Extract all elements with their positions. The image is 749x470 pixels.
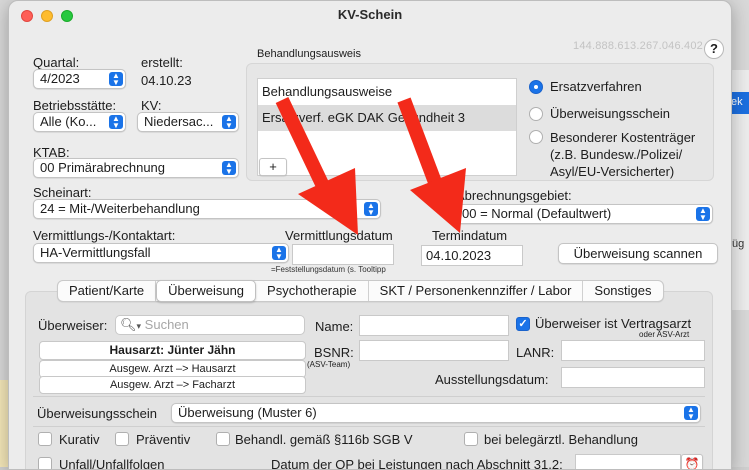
scheinart-popup[interactable]: 24 = Mit-/Weiterbehandlung ▲ ▼ bbox=[33, 199, 381, 219]
ip-address-label: 144.888.613.267.046.402 bbox=[573, 40, 703, 52]
abrechnungsgebiet-popup[interactable]: 00 = Normal (Defaultwert) ▲ ▼ bbox=[455, 204, 713, 224]
vermittlung-label: Vermittlungs-/Kontaktart: bbox=[33, 228, 176, 243]
abrechnungsgebiet-label: Abrechnungsgebiet: bbox=[456, 188, 572, 203]
chevron-updown-icon: ▲ ▼ bbox=[696, 207, 710, 222]
background-item-text: ek bbox=[731, 96, 743, 108]
unfall-checkbox[interactable] bbox=[38, 457, 52, 469]
betriebsstaette-popup[interactable]: Alle (Ko... ▲ ▼ bbox=[33, 112, 126, 132]
kurativ-checkbox[interactable] bbox=[38, 432, 52, 446]
kv-label: KV: bbox=[141, 98, 162, 113]
radio-besonderer-kostentraeger[interactable] bbox=[529, 130, 543, 144]
chevron-updown-icon: ▲ ▼ bbox=[109, 115, 123, 130]
tab-psychotherapie[interactable]: Psychotherapie bbox=[256, 281, 369, 301]
bsnr-sublabel: (ASV-Team) bbox=[307, 360, 351, 369]
kv-popup[interactable]: Niedersac... ▲ ▼ bbox=[137, 112, 239, 132]
close-window-button[interactable] bbox=[21, 10, 33, 22]
tab-bar: Patient/Karte Überweisung Psychotherapie… bbox=[57, 280, 664, 302]
chevron-updown-icon: ▲ ▼ bbox=[272, 246, 286, 261]
tab-patient-karte[interactable]: Patient/Karte bbox=[58, 281, 157, 301]
ueberweisung-scannen-button[interactable]: Überweisung scannen bbox=[558, 243, 718, 264]
tab-ueberweisung[interactable]: Überweisung bbox=[156, 280, 257, 302]
vertragsarzt-label: Überweiser ist Vertragsarzt bbox=[535, 316, 692, 331]
vertragsarzt-checkbox[interactable]: ✓ bbox=[516, 317, 530, 331]
abrechnungsgebiet-value: 00 = Normal (Defaultwert) bbox=[462, 206, 612, 221]
lanr-label: LANR: bbox=[516, 345, 555, 360]
bsnr-label: BSNR: bbox=[314, 345, 354, 360]
vertragsarzt-sublabel: oder ASV-Arzt bbox=[639, 330, 690, 339]
behandlungsausweis-group-label: Behandlungsausweis bbox=[257, 48, 361, 60]
vermittlungsdatum-label: Vermittlungsdatum bbox=[285, 228, 393, 243]
list-header: Behandlungsausweise bbox=[262, 84, 393, 99]
chevron-updown-icon: ▲ ▼ bbox=[222, 161, 236, 176]
zoom-window-button[interactable] bbox=[61, 10, 73, 22]
termindatum-label: Termindatum bbox=[432, 228, 508, 243]
search-placeholder: Suchen bbox=[144, 317, 189, 332]
ueberweisungsschein-label: Überweisungsschein bbox=[550, 106, 670, 121]
besonderer-kostentraeger-label: Besonderer Kostenträger (z.B. Bundesw./P… bbox=[550, 130, 696, 179]
erstellt-value: 04.10.23 bbox=[141, 73, 192, 88]
add-ausweis-button[interactable]: + bbox=[259, 158, 287, 176]
behandl-116b-label: Behandl. gemäß §116b SGB V bbox=[235, 432, 413, 447]
hausarzt-button[interactable]: Hausarzt: Jünter Jähn bbox=[39, 341, 306, 360]
vermittlungsdatum-hint: =Feststellungsdatum (s. Tooltipp bbox=[271, 265, 386, 274]
title-bar: KV-Schein bbox=[9, 1, 731, 31]
praeventiv-checkbox[interactable] bbox=[115, 432, 129, 446]
ktab-popup[interactable]: 00 Primärabrechnung ▲ ▼ bbox=[33, 158, 239, 178]
vermittlung-value: HA-Vermittlungsfall bbox=[40, 245, 151, 260]
behandlungsausweis-list[interactable]: Behandlungsausweise Ersatzverf. eGK DAK … bbox=[257, 78, 517, 176]
quartal-value: 4/2023 bbox=[40, 71, 80, 86]
tab-sonstiges[interactable]: Sonstiges bbox=[583, 281, 662, 301]
minimize-window-button[interactable] bbox=[41, 10, 53, 22]
ueberweisungsschein-value: Überweisung (Muster 6) bbox=[178, 405, 317, 420]
erstellt-label: erstellt: bbox=[141, 55, 183, 70]
ersatzverfahren-label: Ersatzverfahren bbox=[550, 79, 642, 94]
quartal-popup[interactable]: 4/2023 ▲ ▼ bbox=[33, 69, 126, 89]
betriebsstaette-value: Alle (Ko... bbox=[40, 114, 97, 129]
alarm-clock-icon[interactable]: ⏰ bbox=[681, 454, 703, 469]
section-divider bbox=[33, 426, 705, 427]
scheinart-label: Scheinart: bbox=[33, 185, 92, 200]
lanr-input[interactable] bbox=[561, 340, 705, 361]
bsnr-input[interactable] bbox=[359, 340, 509, 361]
chevron-updown-icon: ▲ ▼ bbox=[684, 406, 698, 421]
betriebsstaette-label: Betriebsstätte: bbox=[33, 98, 117, 113]
name-label: Name: bbox=[315, 319, 354, 334]
behandl-116b-checkbox[interactable] bbox=[216, 432, 230, 446]
termindatum-input[interactable]: 04.10.2023 bbox=[421, 245, 523, 266]
praeventiv-label: Präventiv bbox=[136, 432, 191, 447]
radio-ueberweisungsschein[interactable] bbox=[529, 107, 543, 121]
ausstellungsdatum-label: Ausstellungsdatum: bbox=[435, 372, 549, 387]
chevron-updown-icon: ▲ ▼ bbox=[109, 72, 123, 87]
help-button[interactable]: ? bbox=[704, 39, 724, 59]
name-input[interactable] bbox=[359, 315, 509, 336]
ausstellungsdatum-input[interactable] bbox=[561, 367, 705, 388]
search-icon: 🔍︎ bbox=[120, 317, 137, 332]
chevron-updown-icon: ▲ ▼ bbox=[222, 115, 236, 130]
ueberweiser-search-field[interactable]: 🔍︎▾ Suchen bbox=[115, 315, 305, 335]
scheinart-value: 24 = Mit-/Weiterbehandlung bbox=[40, 201, 200, 216]
tab-skt-personenkennziffer-labor[interactable]: SKT / Personenkennziffer / Labor bbox=[369, 281, 584, 301]
section-divider bbox=[33, 396, 705, 397]
belegaerztl-label: bei belegärztl. Behandlung bbox=[484, 432, 638, 447]
belegaerztl-checkbox[interactable] bbox=[464, 432, 478, 446]
radio-ersatzverfahren[interactable] bbox=[529, 80, 543, 94]
op-datum-label: Datum der OP bei Leistungen nach Abschni… bbox=[271, 457, 563, 470]
kurativ-label: Kurativ bbox=[59, 432, 100, 447]
ausgew-arzt-facharzt-button[interactable]: Ausgew. Arzt –> Facharzt bbox=[39, 376, 306, 394]
ktab-value: 00 Primärabrechnung bbox=[40, 160, 166, 175]
chevron-updown-icon: ▲ ▼ bbox=[364, 202, 378, 217]
unfall-label: Unfall/Unfallfolgen bbox=[59, 457, 165, 470]
ueberweisungsschein-type-label: Überweisungsschein bbox=[37, 406, 157, 421]
op-datum-input[interactable] bbox=[575, 454, 681, 469]
window-title: KV-Schein bbox=[337, 7, 403, 22]
kv-schein-window: KV-Schein 144.888.613.267.046.402 ? Quar… bbox=[8, 0, 732, 470]
kv-value: Niedersac... bbox=[144, 114, 214, 129]
ueberweisungsschein-popup[interactable]: Überweisung (Muster 6) ▲ ▼ bbox=[171, 403, 701, 423]
vermittlung-popup[interactable]: HA-Vermittlungsfall ▲ ▼ bbox=[33, 243, 289, 263]
quartal-label: Quartal: bbox=[33, 55, 80, 70]
list-item[interactable]: Ersatzverf. eGK DAK Gesundheit 3 bbox=[258, 105, 516, 131]
ueberweiser-label: Überweiser: bbox=[38, 318, 108, 333]
vermittlungsdatum-input[interactable] bbox=[292, 244, 394, 265]
